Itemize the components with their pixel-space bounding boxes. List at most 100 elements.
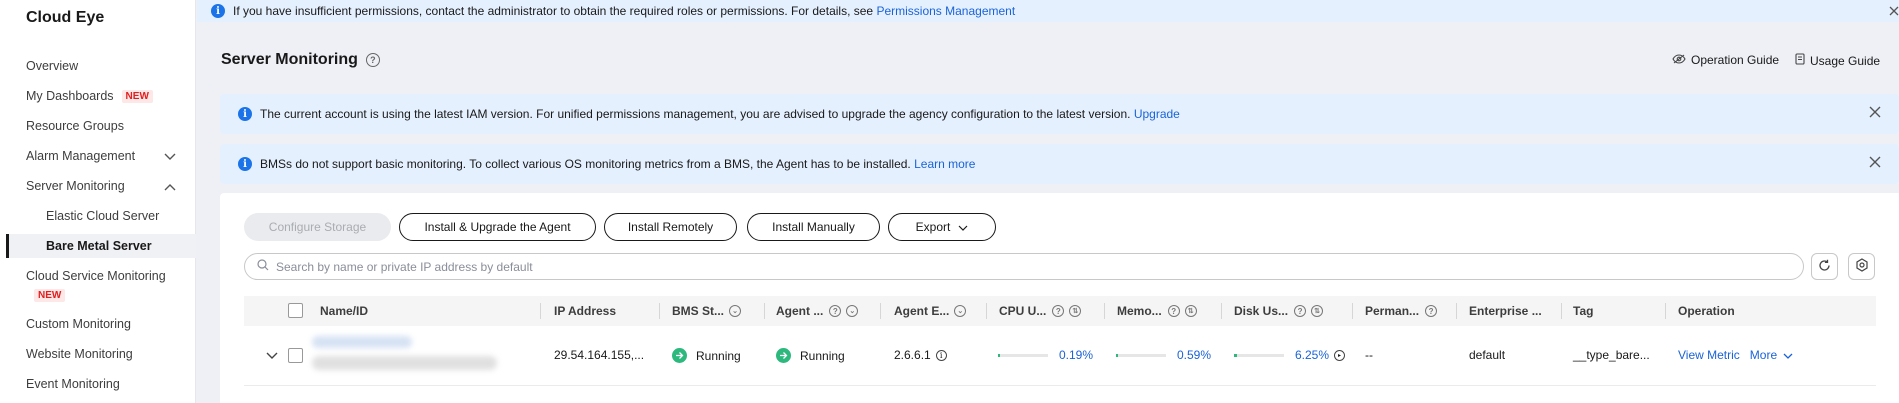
column-tag: Tag [1573, 304, 1593, 318]
upgrade-link[interactable]: Upgrade [1134, 107, 1180, 121]
close-icon[interactable] [1889, 3, 1899, 19]
operation-guide-link[interactable]: Operation Guide [1672, 53, 1779, 67]
sidebar-item-my-dashboards[interactable]: My Dashboards NEW [26, 89, 153, 103]
help-icon[interactable]: ? [1167, 305, 1180, 317]
help-icon[interactable]: ? [829, 305, 842, 317]
info-icon: i [238, 107, 252, 121]
tag-cell: __type_bare... [1573, 348, 1650, 362]
configure-storage-button[interactable]: Configure Storage [244, 213, 391, 241]
running-status-icon [776, 348, 791, 363]
disk-usage-value[interactable]: 6.25% [1295, 348, 1329, 362]
usage-guide-link[interactable]: Usage Guide [1795, 53, 1880, 68]
select-all-checkbox[interactable] [288, 303, 303, 318]
operation-cell: View Metric More [1678, 348, 1793, 362]
sidebar-item-overview[interactable]: Overview [26, 59, 78, 73]
search-icon [257, 259, 269, 274]
alert-text: The current account is using the latest … [260, 107, 1131, 121]
cpu-usage-value[interactable]: 0.19% [1059, 348, 1093, 362]
sidebar-item-label: Bare Metal Server [46, 239, 152, 253]
sort-icon[interactable]: ⇅ [1311, 305, 1324, 317]
sidebar-item-alarm-management[interactable]: Alarm Management [26, 149, 135, 163]
disk-usage-bar [1234, 353, 1284, 357]
help-icon[interactable]: ? [1425, 305, 1438, 317]
redacted-name-id[interactable] [312, 332, 502, 376]
disk-usage-cell: 6.25% ▸ [1234, 348, 1346, 362]
agent-status-cell: Running [776, 348, 845, 363]
column-label: BMS St... [672, 304, 725, 318]
column-memory-usage[interactable]: Memo...? ⇅ [1117, 304, 1197, 318]
sidebar-item-cloud-service-monitoring[interactable]: Cloud Service Monitoring [26, 269, 166, 283]
column-agent-version[interactable]: Agent E... ⌄ [894, 304, 967, 318]
permissions-management-link[interactable]: Permissions Management [876, 4, 1015, 18]
column-divider [764, 303, 765, 319]
sidebar-item-resource-groups[interactable]: Resource Groups [26, 119, 124, 133]
close-icon[interactable] [1869, 105, 1881, 123]
filter-icon[interactable]: ⌄ [954, 305, 967, 317]
chevron-up-icon[interactable] [163, 180, 177, 194]
install-upgrade-agent-button[interactable]: Install & Upgrade the Agent [399, 213, 596, 241]
sidebar-item-website-monitoring[interactable]: Website Monitoring [26, 347, 133, 361]
sort-icon[interactable]: ⇅ [1069, 305, 1082, 317]
install-manually-button[interactable]: Install Manually [747, 213, 880, 241]
eye-icon [1672, 53, 1686, 67]
agent-version-text: 2.6.6.1 [894, 348, 931, 362]
sidebar-item-label: My Dashboards [26, 89, 114, 103]
column-divider [540, 303, 541, 319]
column-disk-usage[interactable]: Disk Us...? ⇅ [1234, 304, 1324, 318]
chevron-down-icon[interactable] [163, 150, 177, 164]
column-divider [1665, 303, 1666, 319]
sidebar-item-event-monitoring[interactable]: Event Monitoring [26, 377, 120, 391]
column-divider [880, 303, 881, 319]
column-agent-status[interactable]: Agent ...? ⌄ [776, 304, 859, 318]
disk-details-icon[interactable]: ▸ [1334, 349, 1346, 361]
column-label: Disk Us... [1234, 304, 1289, 318]
column-label: Enterprise ... [1469, 304, 1542, 318]
info-icon[interactable]: i [935, 349, 947, 361]
learn-more-link[interactable]: Learn more [914, 157, 975, 171]
search-placeholder: Search by name or private IP address by … [276, 259, 533, 274]
ip-address-cell: 29.54.164.155,... [554, 348, 645, 362]
sidebar-item-bare-metal-server[interactable]: Bare Metal Server [46, 239, 152, 253]
sidebar-item-label: Custom Monitoring [26, 317, 131, 331]
help-icon[interactable]: ? [1294, 305, 1307, 317]
permissions-info-bar: i If you have insufficient permissions, … [197, 0, 1899, 22]
refresh-button[interactable] [1811, 253, 1838, 280]
more-dropdown[interactable]: More [1750, 348, 1793, 362]
sidebar-item-server-monitoring[interactable]: Server Monitoring [26, 179, 125, 193]
sidebar-item-elastic-cloud-server[interactable]: Elastic Cloud Server [46, 209, 159, 223]
column-cpu-usage[interactable]: CPU U...? ⇅ [999, 304, 1082, 318]
column-permanent: Perman...? [1365, 304, 1438, 318]
sidebar-item-label: Elastic Cloud Server [46, 209, 160, 223]
help-icon[interactable]: ? [365, 53, 380, 67]
settings-button[interactable] [1848, 253, 1875, 280]
sidebar-item-label: Cloud Service Monitoring [26, 269, 166, 283]
column-bms-status[interactable]: BMS St... ⌄ [672, 304, 742, 318]
export-label: Export [915, 220, 951, 234]
help-icon[interactable]: ? [1052, 305, 1065, 317]
sidebar-item-label: Event Monitoring [26, 377, 120, 391]
permissions-info-text: If you have insufficient permissions, co… [233, 4, 874, 18]
view-metric-link[interactable]: View Metric [1678, 348, 1740, 362]
export-button[interactable]: Export [888, 213, 996, 241]
redacted-id [312, 356, 497, 370]
sidebar-item-label: Alarm Management [26, 149, 136, 163]
column-name-id: Name/ID [320, 304, 368, 318]
iam-upgrade-alert: i The current account is using the lates… [220, 94, 1899, 134]
expand-row-icon[interactable] [266, 349, 278, 363]
disk-usage-bar-fill [1234, 353, 1238, 357]
filter-icon[interactable]: ⌄ [846, 305, 859, 317]
page-title-text: Server Monitoring [221, 51, 358, 68]
sort-icon[interactable]: ⇅ [1184, 305, 1197, 317]
search-input[interactable]: Search by name or private IP address by … [244, 253, 1804, 280]
sidebar-item-custom-monitoring[interactable]: Custom Monitoring [26, 317, 131, 331]
column-divider [1104, 303, 1105, 319]
row-checkbox[interactable] [288, 348, 303, 363]
redacted-name [312, 336, 412, 348]
install-remotely-button[interactable]: Install Remotely [604, 213, 737, 241]
running-status-icon [672, 348, 687, 363]
close-icon[interactable] [1869, 155, 1881, 173]
memory-usage-bar-fill [1116, 353, 1118, 357]
memory-usage-value[interactable]: 0.59% [1177, 348, 1211, 362]
filter-icon[interactable]: ⌄ [729, 305, 742, 317]
sidebar-active-indicator [6, 234, 9, 258]
